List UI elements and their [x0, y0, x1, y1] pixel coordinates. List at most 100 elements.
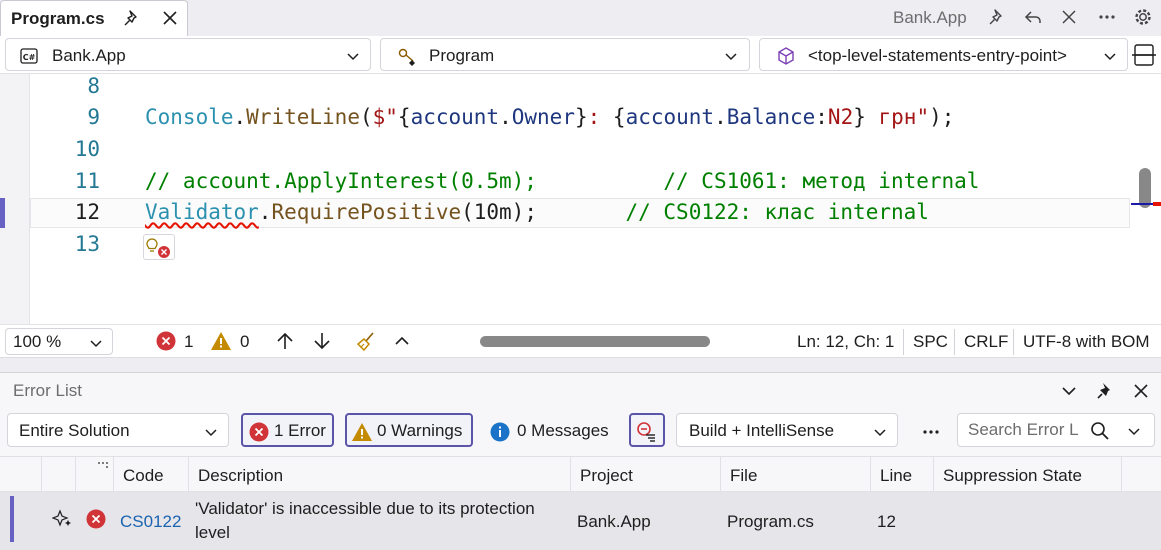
- line-number: 9: [87, 105, 100, 129]
- quick-actions-lightbulb[interactable]: [143, 234, 175, 260]
- navigation-bar: C# Bank.App Program <top-level-statement…: [0, 36, 1161, 74]
- token-error-type[interactable]: Validator: [145, 200, 259, 224]
- chevron-down-icon: [205, 429, 217, 437]
- file-encoding[interactable]: UTF-8 with BOM: [1023, 332, 1150, 352]
- csharp-project-icon: C#: [20, 48, 38, 64]
- code-line-11[interactable]: // account.ApplyInterest(0.5m); // CS106…: [145, 169, 979, 193]
- column-header-project[interactable]: Project: [580, 466, 633, 486]
- pin-icon[interactable]: [986, 6, 1008, 28]
- chevron-down-icon: [874, 429, 886, 437]
- column-separator: [41, 457, 42, 493]
- column-header-description[interactable]: Description: [198, 466, 283, 486]
- error-icon: [249, 422, 269, 442]
- more-options-icon[interactable]: [920, 421, 942, 443]
- filter-current-document-button[interactable]: [629, 413, 665, 447]
- member-dropdown[interactable]: <top-level-statements-entry-point>: [759, 38, 1128, 71]
- cursor-position[interactable]: Ln: 12, Ch: 1: [797, 332, 894, 352]
- warnings-filter-button[interactable]: 0 Warnings: [345, 413, 473, 447]
- scrollbar-caret-marker: [1131, 202, 1161, 206]
- error-description: 'Validator' is inaccessible due to its p…: [195, 499, 535, 542]
- filter-errors-icon: [637, 422, 655, 442]
- chevron-down-icon[interactable]: [1126, 423, 1142, 439]
- table-row[interactable]: CS0122 'Validator' is inaccessible due t…: [0, 492, 1161, 550]
- document-tab-bar: Program.cs Bank.App: [0, 0, 1161, 36]
- horizontal-scrollbar-thumb[interactable]: [480, 336, 710, 347]
- warning-count[interactable]: 0: [240, 332, 249, 352]
- method-cube-icon: [778, 47, 794, 65]
- messages-filter-button[interactable]: 0 Messages: [484, 413, 618, 447]
- error-icon[interactable]: [155, 330, 177, 352]
- token-string: грн": [865, 105, 930, 129]
- chevron-down-icon[interactable]: [1058, 380, 1080, 402]
- column-separator: [720, 457, 721, 493]
- warning-icon[interactable]: [210, 330, 232, 352]
- error-list-search[interactable]: [957, 413, 1155, 447]
- column-separator: [75, 457, 76, 493]
- error-count[interactable]: 1: [184, 332, 193, 352]
- error-list-panel: Error List Entire Solution 1 Error 0 War…: [0, 372, 1161, 550]
- info-icon: [490, 422, 510, 442]
- token-identifier: Balance: [726, 105, 816, 129]
- close-tab-icon[interactable]: [159, 7, 181, 29]
- token-punct: :: [815, 105, 828, 129]
- source-dropdown[interactable]: Build + IntelliSense: [676, 413, 898, 447]
- code-line-12[interactable]: Validator.RequirePositive(10m); // CS012…: [145, 200, 929, 224]
- chevron-up-icon[interactable]: [391, 330, 413, 352]
- column-options-icon[interactable]: [97, 461, 109, 471]
- code-cleanup-broom-icon[interactable]: [355, 330, 377, 352]
- project-dropdown[interactable]: C# Bank.App: [5, 38, 371, 71]
- error-list-header: Code Description Project File Line Suppr…: [0, 456, 1161, 493]
- token-identifier: account: [410, 105, 500, 129]
- arrow-down-icon[interactable]: [311, 330, 333, 352]
- token-method: RequirePositive: [271, 200, 462, 224]
- svg-text:C#: C#: [23, 53, 36, 62]
- token-method: WriteLine: [246, 105, 360, 129]
- token-punct: .: [258, 200, 272, 224]
- scope-dropdown[interactable]: Entire Solution: [7, 413, 229, 447]
- error-file: Program.cs: [727, 512, 814, 531]
- token-brace: {: [612, 105, 626, 129]
- column-header-line[interactable]: Line: [880, 466, 912, 486]
- status-separator: [954, 329, 955, 355]
- class-key-icon: [398, 48, 415, 66]
- warning-icon: [352, 423, 372, 441]
- column-separator: [113, 457, 114, 493]
- column-header-code[interactable]: Code: [123, 466, 164, 486]
- token-identifier: account: [625, 105, 715, 129]
- pin-icon[interactable]: [122, 8, 142, 28]
- close-icon[interactable]: [1130, 380, 1152, 402]
- pin-icon[interactable]: [1094, 380, 1116, 402]
- error-icon: [86, 509, 106, 529]
- code-line-9[interactable]: Console.WriteLine($"{account.Owner}: {ac…: [145, 105, 954, 129]
- whitespace-mode[interactable]: SPC: [913, 332, 948, 352]
- gear-icon[interactable]: [1132, 6, 1154, 28]
- preview-project-label: Bank.App: [893, 8, 967, 27]
- column-separator: [188, 457, 189, 493]
- line-change-marker: [0, 198, 5, 228]
- token-identifier: Owner: [511, 105, 575, 129]
- error-code-link[interactable]: CS0122: [120, 512, 181, 532]
- search-icon[interactable]: [1089, 420, 1111, 442]
- tab-program-cs[interactable]: Program.cs: [0, 0, 188, 36]
- split-editor-icon[interactable]: [1131, 42, 1157, 68]
- arrow-up-icon[interactable]: [274, 330, 296, 352]
- errors-filter-button[interactable]: 1 Error: [241, 413, 334, 447]
- column-separator: [933, 457, 934, 493]
- search-input[interactable]: [959, 415, 1083, 445]
- token-string: :: [587, 105, 613, 129]
- type-dropdown[interactable]: Program: [380, 38, 750, 71]
- member-label: <top-level-statements-entry-point>: [808, 46, 1067, 65]
- project-label: Bank.App: [52, 46, 126, 65]
- more-options-icon[interactable]: [1096, 6, 1118, 28]
- line-ending[interactable]: CRLF: [964, 332, 1008, 352]
- undo-icon[interactable]: [1022, 6, 1044, 28]
- zoom-dropdown[interactable]: 100 %: [5, 328, 113, 355]
- warnings-filter-label: 0 Warnings: [377, 421, 463, 440]
- token-punct: .: [714, 105, 727, 129]
- column-header-suppression[interactable]: Suppression State: [943, 466, 1082, 486]
- column-header-file[interactable]: File: [730, 466, 757, 486]
- messages-filter-label: 0 Messages: [517, 421, 609, 440]
- close-icon[interactable]: [1058, 6, 1080, 28]
- code-editor[interactable]: 8 9 10 11 12 13 Console.WriteLine($"{acc…: [0, 74, 1161, 324]
- status-separator: [1013, 329, 1014, 355]
